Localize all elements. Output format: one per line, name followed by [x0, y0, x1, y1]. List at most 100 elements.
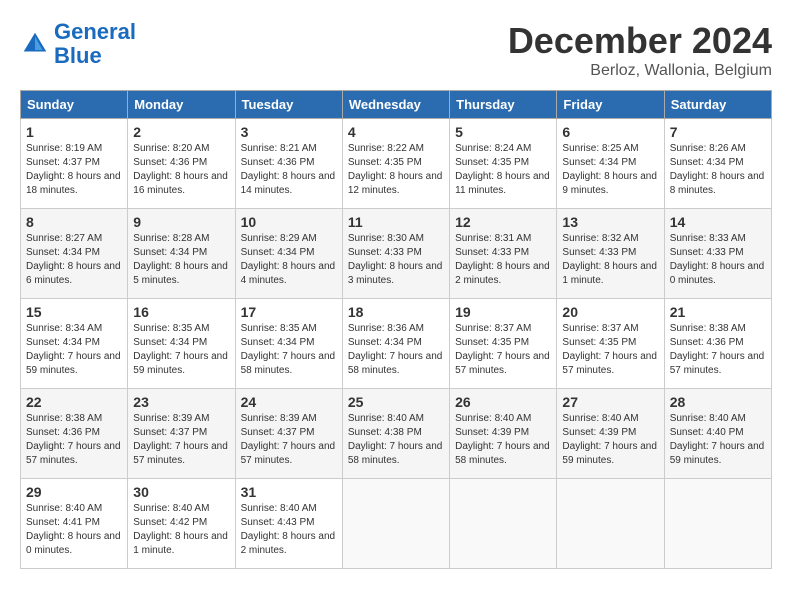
logo-text: General Blue — [54, 20, 136, 68]
day-info: Sunrise: 8:19 AMSunset: 4:37 PMDaylight:… — [26, 143, 121, 196]
day-info: Sunrise: 8:29 AMSunset: 4:34 PMDaylight:… — [241, 233, 336, 286]
location-subtitle: Berloz, Wallonia, Belgium — [508, 62, 772, 80]
day-number: 16 — [133, 304, 229, 320]
day-info: Sunrise: 8:40 AMSunset: 4:39 PMDaylight:… — [455, 413, 550, 466]
calendar-cell: 22 Sunrise: 8:38 AMSunset: 4:36 PMDaylig… — [21, 389, 128, 479]
day-number: 13 — [562, 214, 658, 230]
calendar-cell — [450, 479, 557, 569]
calendar-cell: 8 Sunrise: 8:27 AMSunset: 4:34 PMDayligh… — [21, 209, 128, 299]
day-info: Sunrise: 8:34 AMSunset: 4:34 PMDaylight:… — [26, 323, 121, 376]
day-number: 24 — [241, 394, 337, 410]
logo: General Blue — [20, 20, 136, 68]
day-info: Sunrise: 8:39 AMSunset: 4:37 PMDaylight:… — [133, 413, 228, 466]
day-info: Sunrise: 8:40 AMSunset: 4:42 PMDaylight:… — [133, 503, 228, 556]
day-info: Sunrise: 8:38 AMSunset: 4:36 PMDaylight:… — [670, 323, 765, 376]
calendar-cell: 24 Sunrise: 8:39 AMSunset: 4:37 PMDaylig… — [235, 389, 342, 479]
logo-general: General — [54, 19, 136, 44]
day-info: Sunrise: 8:39 AMSunset: 4:37 PMDaylight:… — [241, 413, 336, 466]
calendar-cell: 9 Sunrise: 8:28 AMSunset: 4:34 PMDayligh… — [128, 209, 235, 299]
page-header: General Blue December 2024 Berloz, Wallo… — [20, 20, 772, 80]
weekday-header: Saturday — [664, 91, 771, 119]
day-info: Sunrise: 8:25 AMSunset: 4:34 PMDaylight:… — [562, 143, 657, 196]
day-info: Sunrise: 8:40 AMSunset: 4:43 PMDaylight:… — [241, 503, 336, 556]
calendar-cell: 21 Sunrise: 8:38 AMSunset: 4:36 PMDaylig… — [664, 299, 771, 389]
day-info: Sunrise: 8:20 AMSunset: 4:36 PMDaylight:… — [133, 143, 228, 196]
day-number: 31 — [241, 484, 337, 500]
day-number: 20 — [562, 304, 658, 320]
day-number: 28 — [670, 394, 766, 410]
calendar-table: SundayMondayTuesdayWednesdayThursdayFrid… — [20, 90, 772, 569]
calendar-week-row: 1 Sunrise: 8:19 AMSunset: 4:37 PMDayligh… — [21, 119, 772, 209]
calendar-cell: 31 Sunrise: 8:40 AMSunset: 4:43 PMDaylig… — [235, 479, 342, 569]
day-number: 2 — [133, 124, 229, 140]
day-info: Sunrise: 8:40 AMSunset: 4:40 PMDaylight:… — [670, 413, 765, 466]
day-info: Sunrise: 8:40 AMSunset: 4:38 PMDaylight:… — [348, 413, 443, 466]
weekday-header: Sunday — [21, 91, 128, 119]
calendar-cell: 28 Sunrise: 8:40 AMSunset: 4:40 PMDaylig… — [664, 389, 771, 479]
day-number: 11 — [348, 214, 444, 230]
day-info: Sunrise: 8:40 AMSunset: 4:39 PMDaylight:… — [562, 413, 657, 466]
day-number: 26 — [455, 394, 551, 410]
calendar-week-row: 8 Sunrise: 8:27 AMSunset: 4:34 PMDayligh… — [21, 209, 772, 299]
calendar-cell: 30 Sunrise: 8:40 AMSunset: 4:42 PMDaylig… — [128, 479, 235, 569]
day-number: 23 — [133, 394, 229, 410]
day-info: Sunrise: 8:26 AMSunset: 4:34 PMDaylight:… — [670, 143, 765, 196]
day-number: 10 — [241, 214, 337, 230]
calendar-cell: 5 Sunrise: 8:24 AMSunset: 4:35 PMDayligh… — [450, 119, 557, 209]
day-info: Sunrise: 8:32 AMSunset: 4:33 PMDaylight:… — [562, 233, 657, 286]
day-info: Sunrise: 8:27 AMSunset: 4:34 PMDaylight:… — [26, 233, 121, 286]
day-info: Sunrise: 8:38 AMSunset: 4:36 PMDaylight:… — [26, 413, 121, 466]
day-number: 8 — [26, 214, 122, 230]
day-number: 21 — [670, 304, 766, 320]
day-number: 14 — [670, 214, 766, 230]
day-number: 6 — [562, 124, 658, 140]
calendar-cell: 25 Sunrise: 8:40 AMSunset: 4:38 PMDaylig… — [342, 389, 449, 479]
day-number: 7 — [670, 124, 766, 140]
calendar-cell: 23 Sunrise: 8:39 AMSunset: 4:37 PMDaylig… — [128, 389, 235, 479]
weekday-header: Wednesday — [342, 91, 449, 119]
day-info: Sunrise: 8:37 AMSunset: 4:35 PMDaylight:… — [455, 323, 550, 376]
day-number: 5 — [455, 124, 551, 140]
day-info: Sunrise: 8:21 AMSunset: 4:36 PMDaylight:… — [241, 143, 336, 196]
day-number: 12 — [455, 214, 551, 230]
calendar-cell: 18 Sunrise: 8:36 AMSunset: 4:34 PMDaylig… — [342, 299, 449, 389]
calendar-cell: 4 Sunrise: 8:22 AMSunset: 4:35 PMDayligh… — [342, 119, 449, 209]
calendar-cell: 19 Sunrise: 8:37 AMSunset: 4:35 PMDaylig… — [450, 299, 557, 389]
day-number: 29 — [26, 484, 122, 500]
logo-icon — [20, 29, 50, 59]
calendar-cell: 3 Sunrise: 8:21 AMSunset: 4:36 PMDayligh… — [235, 119, 342, 209]
day-number: 22 — [26, 394, 122, 410]
calendar-cell: 1 Sunrise: 8:19 AMSunset: 4:37 PMDayligh… — [21, 119, 128, 209]
calendar-cell: 7 Sunrise: 8:26 AMSunset: 4:34 PMDayligh… — [664, 119, 771, 209]
day-info: Sunrise: 8:24 AMSunset: 4:35 PMDaylight:… — [455, 143, 550, 196]
day-number: 19 — [455, 304, 551, 320]
calendar-cell: 16 Sunrise: 8:35 AMSunset: 4:34 PMDaylig… — [128, 299, 235, 389]
calendar-cell — [342, 479, 449, 569]
calendar-week-row: 29 Sunrise: 8:40 AMSunset: 4:41 PMDaylig… — [21, 479, 772, 569]
calendar-week-row: 22 Sunrise: 8:38 AMSunset: 4:36 PMDaylig… — [21, 389, 772, 479]
day-number: 30 — [133, 484, 229, 500]
calendar-cell: 10 Sunrise: 8:29 AMSunset: 4:34 PMDaylig… — [235, 209, 342, 299]
day-number: 17 — [241, 304, 337, 320]
day-info: Sunrise: 8:31 AMSunset: 4:33 PMDaylight:… — [455, 233, 550, 286]
day-info: Sunrise: 8:22 AMSunset: 4:35 PMDaylight:… — [348, 143, 443, 196]
day-info: Sunrise: 8:35 AMSunset: 4:34 PMDaylight:… — [241, 323, 336, 376]
day-number: 18 — [348, 304, 444, 320]
calendar-cell: 26 Sunrise: 8:40 AMSunset: 4:39 PMDaylig… — [450, 389, 557, 479]
calendar-cell: 13 Sunrise: 8:32 AMSunset: 4:33 PMDaylig… — [557, 209, 664, 299]
day-info: Sunrise: 8:33 AMSunset: 4:33 PMDaylight:… — [670, 233, 765, 286]
day-info: Sunrise: 8:30 AMSunset: 4:33 PMDaylight:… — [348, 233, 443, 286]
calendar-cell — [557, 479, 664, 569]
day-info: Sunrise: 8:37 AMSunset: 4:35 PMDaylight:… — [562, 323, 657, 376]
day-info: Sunrise: 8:28 AMSunset: 4:34 PMDaylight:… — [133, 233, 228, 286]
calendar-cell: 2 Sunrise: 8:20 AMSunset: 4:36 PMDayligh… — [128, 119, 235, 209]
calendar-cell: 14 Sunrise: 8:33 AMSunset: 4:33 PMDaylig… — [664, 209, 771, 299]
weekday-header: Monday — [128, 91, 235, 119]
day-number: 27 — [562, 394, 658, 410]
calendar-cell: 6 Sunrise: 8:25 AMSunset: 4:34 PMDayligh… — [557, 119, 664, 209]
weekday-header: Friday — [557, 91, 664, 119]
day-number: 9 — [133, 214, 229, 230]
calendar-week-row: 15 Sunrise: 8:34 AMSunset: 4:34 PMDaylig… — [21, 299, 772, 389]
title-block: December 2024 Berloz, Wallonia, Belgium — [508, 20, 772, 80]
calendar-cell — [664, 479, 771, 569]
